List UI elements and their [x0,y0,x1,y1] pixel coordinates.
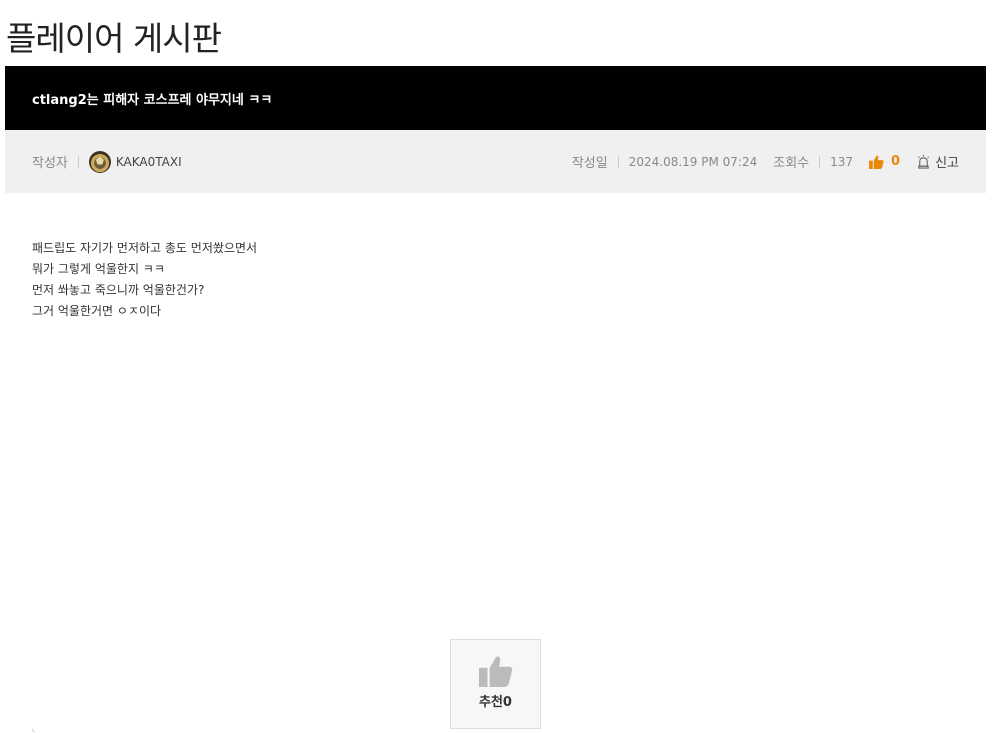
recommend-label: 추천0 [479,695,512,710]
divider [77,155,79,168]
divider [819,155,821,168]
page-title: 플레이어 게시판 [6,19,222,58]
post-stats: 작성일 2024.08.19 PM 07:24 조회수 137 0 신고 [572,152,959,171]
thumbs-up-icon [478,656,512,687]
recommend-button[interactable]: 추천0 [450,639,541,729]
post-body: 패드립도 자기가 먼저하고 총도 먼저쐈으면서 뭐가 그렇게 억울한지 ㅋㅋ 먼… [32,238,257,322]
views-count: 137 [830,154,854,169]
like-count: 0 [891,154,901,169]
thumbs-up-icon [869,155,884,169]
report-button[interactable]: 신고 [916,152,959,171]
report-label: 신고 [935,156,959,171]
author-name[interactable]: KAKA0TAXI [116,155,182,169]
post-body-line: 뭐가 그렇게 억울한지 ㅋㅋ [32,262,165,276]
author-label: 작성자 [32,156,68,171]
post-title-bar: ctlang2는 피해자 코스프레 야무지네 ㅋㅋ [5,66,986,130]
scroll-hint-icon: ◟ [32,724,36,733]
author-section: 작성자 KAKA0TAXI [32,150,182,173]
post-body-line: 그거 억울한거면 ㅇㅈ이다 [32,304,162,318]
post-body-line: 먼저 쏴놓고 죽으니까 억울한건가? [32,283,205,297]
post-body-line: 패드립도 자기가 먼저하고 총도 먼저쐈으면서 [32,241,258,255]
date-label: 작성일 [571,156,608,171]
likes-indicator: 0 [869,154,900,169]
post-meta-bar: 작성자 KAKA0TAXI 작성일 2024.08.19 PM 07:24 조회… [5,130,986,193]
avatar [88,150,111,173]
views-label: 조회수 [773,156,810,171]
divider [617,155,619,168]
bell-icon [918,154,930,169]
post-title: ctlang2는 피해자 코스프레 야무지네 ㅋㅋ [32,92,273,108]
post-date: 2024.08.19 PM 07:24 [628,154,758,169]
